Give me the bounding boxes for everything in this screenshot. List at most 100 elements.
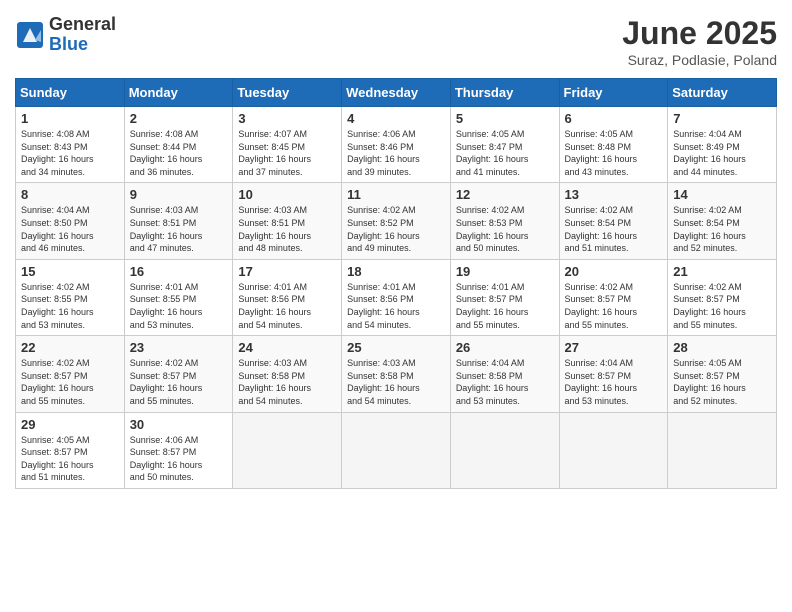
column-header-thursday: Thursday [450, 79, 559, 107]
day-number: 24 [238, 340, 336, 355]
column-header-sunday: Sunday [16, 79, 125, 107]
day-number: 18 [347, 264, 445, 279]
table-row [233, 412, 342, 488]
day-number: 12 [456, 187, 554, 202]
day-info: Sunrise: 4:03 AMSunset: 8:51 PMDaylight:… [130, 205, 203, 253]
table-row: 23Sunrise: 4:02 AMSunset: 8:57 PMDayligh… [124, 336, 233, 412]
table-row [450, 412, 559, 488]
table-row: 9Sunrise: 4:03 AMSunset: 8:51 PMDaylight… [124, 183, 233, 259]
table-row [668, 412, 777, 488]
day-info: Sunrise: 4:02 AMSunset: 8:57 PMDaylight:… [673, 282, 746, 330]
table-row: 14 Sunrise: 4:02 AMSunset: 8:54 PMDayligh… [668, 183, 777, 259]
day-number: 5 [456, 111, 554, 126]
day-info: Sunrise: 4:05 AMSunset: 8:47 PMDaylight:… [456, 129, 529, 177]
table-row [342, 412, 451, 488]
table-row: 1 Sunrise: 4:08 AMSunset: 8:43 PMDaylight… [16, 107, 125, 183]
day-info: Sunrise: 4:02 AMSunset: 8:57 PMDaylight:… [21, 358, 94, 406]
day-number: 1 [21, 111, 119, 126]
calendar-week-5: 29 Sunrise: 4:05 AMSunset: 8:57 PMDayligh… [16, 412, 777, 488]
table-row: 22 Sunrise: 4:02 AMSunset: 8:57 PMDayligh… [16, 336, 125, 412]
day-info: Sunrise: 4:04 AMSunset: 8:49 PMDaylight:… [673, 129, 746, 177]
day-info: Sunrise: 4:05 AMSunset: 8:57 PMDaylight:… [21, 435, 94, 483]
day-number: 29 [21, 417, 119, 432]
day-info: Sunrise: 4:02 AMSunset: 8:55 PMDaylight:… [21, 282, 94, 330]
day-number: 27 [565, 340, 663, 355]
logo-general-text: General [49, 15, 116, 35]
table-row: 20 Sunrise: 4:02 AMSunset: 8:57 PMDayligh… [559, 259, 668, 335]
column-header-friday: Friday [559, 79, 668, 107]
day-number: 21 [673, 264, 771, 279]
day-info: Sunrise: 4:02 AMSunset: 8:53 PMDaylight:… [456, 205, 529, 253]
table-row: 29 Sunrise: 4:05 AMSunset: 8:57 PMDayligh… [16, 412, 125, 488]
day-number: 19 [456, 264, 554, 279]
logo-icon [15, 20, 45, 50]
day-info: Sunrise: 4:06 AMSunset: 8:46 PMDaylight:… [347, 129, 420, 177]
day-number: 6 [565, 111, 663, 126]
column-header-saturday: Saturday [668, 79, 777, 107]
logo-blue-text: Blue [49, 35, 116, 55]
table-row: 8 Sunrise: 4:04 AMSunset: 8:50 PMDaylight… [16, 183, 125, 259]
column-header-monday: Monday [124, 79, 233, 107]
day-number: 17 [238, 264, 336, 279]
day-info: Sunrise: 4:04 AMSunset: 8:50 PMDaylight:… [21, 205, 94, 253]
table-row: 15Sunrise: 4:02 AMSunset: 8:55 PMDayligh… [16, 259, 125, 335]
table-row: 27Sunrise: 4:04 AMSunset: 8:57 PMDayligh… [559, 336, 668, 412]
calendar-week-4: 22 Sunrise: 4:02 AMSunset: 8:57 PMDayligh… [16, 336, 777, 412]
table-row: 5 Sunrise: 4:05 AMSunset: 8:47 PMDaylight… [450, 107, 559, 183]
table-row: 10 Sunrise: 4:03 AMSunset: 8:51 PMDayligh… [233, 183, 342, 259]
table-row: 11 Sunrise: 4:02 AMSunset: 8:52 PMDayligh… [342, 183, 451, 259]
column-header-tuesday: Tuesday [233, 79, 342, 107]
day-info: Sunrise: 4:07 AMSunset: 8:45 PMDaylight:… [238, 129, 311, 177]
day-info: Sunrise: 4:06 AMSunset: 8:57 PMDaylight:… [130, 435, 203, 483]
table-row: 25 Sunrise: 4:03 AMSunset: 8:58 PMDayligh… [342, 336, 451, 412]
table-row: 21 Sunrise: 4:02 AMSunset: 8:57 PMDayligh… [668, 259, 777, 335]
table-row: 24 Sunrise: 4:03 AMSunset: 8:58 PMDayligh… [233, 336, 342, 412]
day-info: Sunrise: 4:08 AMSunset: 8:43 PMDaylight:… [21, 129, 94, 177]
day-info: Sunrise: 4:01 AMSunset: 8:56 PMDaylight:… [238, 282, 311, 330]
day-number: 11 [347, 187, 445, 202]
day-info: Sunrise: 4:02 AMSunset: 8:57 PMDaylight:… [565, 282, 638, 330]
day-info: Sunrise: 4:02 AMSunset: 8:52 PMDaylight:… [347, 205, 420, 253]
table-row: 12 Sunrise: 4:02 AMSunset: 8:53 PMDayligh… [450, 183, 559, 259]
day-info: Sunrise: 4:08 AMSunset: 8:44 PMDaylight:… [130, 129, 203, 177]
day-info: Sunrise: 4:02 AMSunset: 8:57 PMDaylight:… [130, 358, 203, 406]
day-number: 16 [130, 264, 228, 279]
table-row: 28 Sunrise: 4:05 AMSunset: 8:57 PMDayligh… [668, 336, 777, 412]
day-info: Sunrise: 4:02 AMSunset: 8:54 PMDaylight:… [565, 205, 638, 253]
day-number: 14 [673, 187, 771, 202]
column-header-wednesday: Wednesday [342, 79, 451, 107]
month-title: June 2025 [622, 15, 777, 52]
day-number: 25 [347, 340, 445, 355]
calendar-week-3: 15Sunrise: 4:02 AMSunset: 8:55 PMDayligh… [16, 259, 777, 335]
day-info: Sunrise: 4:03 AMSunset: 8:58 PMDaylight:… [238, 358, 311, 406]
day-info: Sunrise: 4:05 AMSunset: 8:48 PMDaylight:… [565, 129, 638, 177]
day-number: 7 [673, 111, 771, 126]
day-number: 28 [673, 340, 771, 355]
day-info: Sunrise: 4:03 AMSunset: 8:51 PMDaylight:… [238, 205, 311, 253]
logo: General Blue [15, 15, 116, 55]
calendar-week-2: 8 Sunrise: 4:04 AMSunset: 8:50 PMDaylight… [16, 183, 777, 259]
page-header: General Blue June 2025 Suraz, Podlasie, … [15, 15, 777, 68]
table-row: 13Sunrise: 4:02 AMSunset: 8:54 PMDayligh… [559, 183, 668, 259]
calendar-table: SundayMondayTuesdayWednesdayThursdayFrid… [15, 78, 777, 489]
day-info: Sunrise: 4:02 AMSunset: 8:54 PMDaylight:… [673, 205, 746, 253]
day-number: 4 [347, 111, 445, 126]
table-row: 30Sunrise: 4:06 AMSunset: 8:57 PMDayligh… [124, 412, 233, 488]
day-info: Sunrise: 4:03 AMSunset: 8:58 PMDaylight:… [347, 358, 420, 406]
table-row: 3 Sunrise: 4:07 AMSunset: 8:45 PMDaylight… [233, 107, 342, 183]
calendar-header-row: SundayMondayTuesdayWednesdayThursdayFrid… [16, 79, 777, 107]
day-number: 2 [130, 111, 228, 126]
table-row: 17 Sunrise: 4:01 AMSunset: 8:56 PMDayligh… [233, 259, 342, 335]
table-row: 16Sunrise: 4:01 AMSunset: 8:55 PMDayligh… [124, 259, 233, 335]
day-number: 22 [21, 340, 119, 355]
day-number: 8 [21, 187, 119, 202]
table-row: 7 Sunrise: 4:04 AMSunset: 8:49 PMDaylight… [668, 107, 777, 183]
day-info: Sunrise: 4:05 AMSunset: 8:57 PMDaylight:… [673, 358, 746, 406]
table-row: 26Sunrise: 4:04 AMSunset: 8:58 PMDayligh… [450, 336, 559, 412]
day-number: 20 [565, 264, 663, 279]
table-row [559, 412, 668, 488]
day-number: 10 [238, 187, 336, 202]
table-row: 19Sunrise: 4:01 AMSunset: 8:57 PMDayligh… [450, 259, 559, 335]
title-area: June 2025 Suraz, Podlasie, Poland [622, 15, 777, 68]
day-number: 3 [238, 111, 336, 126]
